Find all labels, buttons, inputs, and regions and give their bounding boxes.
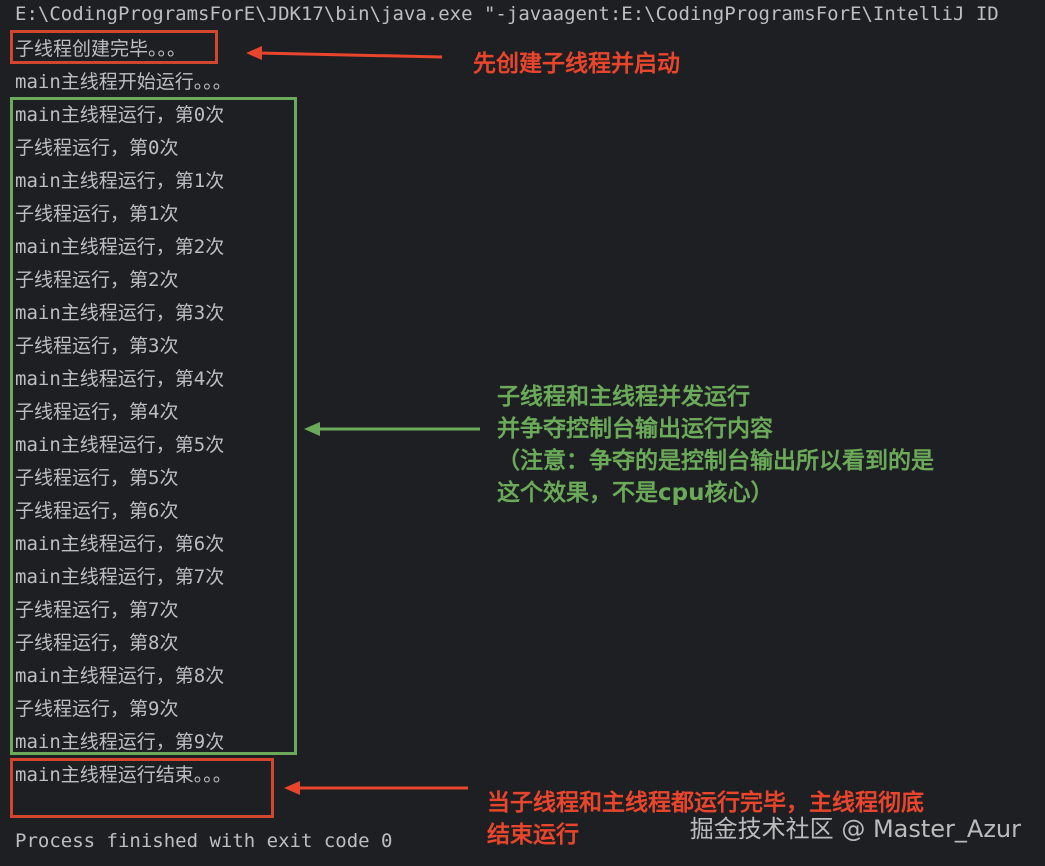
arrow-middle <box>304 422 480 436</box>
arrow-bottom <box>284 781 468 795</box>
annotation-create-thread: 先创建子线程并启动 <box>473 51 680 77</box>
annotation-concurrent: 子线程和主线程并发运行 并争夺控制台输出运行内容 （注意：争夺的是控制台输出所以… <box>497 384 934 506</box>
arrow-top <box>246 46 443 60</box>
watermark: 掘金技术社区 @ Master_Azur <box>689 815 1021 843</box>
